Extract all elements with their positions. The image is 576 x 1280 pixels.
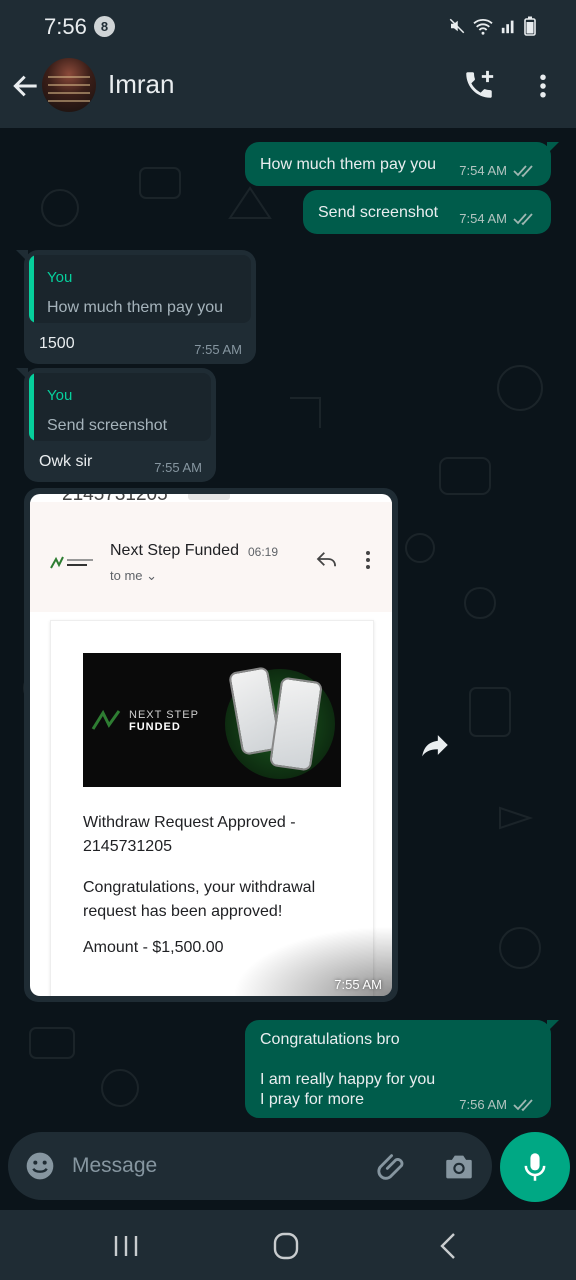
message-meta: 7:54 AM: [459, 211, 537, 226]
camera-icon[interactable]: [442, 1150, 476, 1184]
notification-count-badge: 8: [94, 16, 115, 37]
status-icons: [448, 16, 536, 36]
quoted-message[interactable]: You How much them pay you: [29, 255, 251, 323]
message-bubble-outgoing[interactable]: Send screenshot 7:54 AM: [303, 190, 551, 234]
status-bar: 7:56 8: [0, 0, 576, 52]
banner-brand-line1: NEXT STEP: [129, 709, 199, 721]
quoted-sender: You: [47, 387, 73, 404]
recents-icon[interactable]: [106, 1232, 146, 1260]
back-arrow-icon[interactable]: [10, 70, 42, 102]
email-time: 06:19: [248, 545, 279, 559]
message-bubble-incoming[interactable]: You How much them pay you 1500 7:55 AM: [16, 250, 256, 364]
message-text: Congratulations bro I am really happy fo…: [260, 1031, 436, 1108]
chat-header: Imran: [0, 52, 576, 128]
back-nav-icon[interactable]: [428, 1232, 468, 1260]
email-body-text: Congratulations, your withdrawal request…: [83, 879, 316, 920]
double-check-icon: [513, 1098, 533, 1111]
more-vert-icon[interactable]: [528, 70, 558, 102]
mute-icon: [449, 18, 465, 34]
battery-icon: [524, 16, 536, 36]
email-banner-image: NEXT STEP FUNDED: [83, 653, 341, 787]
contact-name[interactable]: Imran: [108, 69, 174, 100]
mic-button[interactable]: [500, 1132, 570, 1202]
message-time: 7:55 AM: [154, 460, 202, 475]
message-meta: 7:56 AM: [459, 1097, 537, 1112]
message-text: Owk sir: [39, 453, 93, 470]
message-time: 7:55 AM: [194, 342, 242, 357]
home-icon[interactable]: [266, 1232, 306, 1260]
next-step-funded-logo-icon: [50, 556, 93, 569]
message-bubble-incoming[interactable]: You Send screenshot Owk sir 7:55 AM: [16, 368, 216, 482]
email-amount: Amount - $1,500.00: [83, 939, 224, 956]
message-time: 7:56 AM: [459, 1097, 507, 1112]
email-header: Next Step Funded 06:19 to me ⌄: [30, 502, 392, 612]
image-message[interactable]: 2145731205 Next Step Funded 06:19 to me …: [24, 488, 398, 1002]
email-screenshot-image[interactable]: 2145731205 Next Step Funded 06:19 to me …: [30, 494, 392, 996]
status-time: 7:56: [44, 14, 87, 39]
message-text: 1500: [39, 335, 75, 352]
message-input[interactable]: [72, 1148, 352, 1184]
message-time: 7:54 AM: [459, 163, 507, 178]
quoted-text: Send screenshot: [47, 417, 168, 434]
email-subject: Withdraw Request Approved - 2145731205: [83, 814, 296, 855]
system-navigation-bar: [0, 1210, 576, 1280]
email-more-icon: [366, 551, 370, 569]
chat-area[interactable]: How much them pay you 7:54 AM Send scree…: [0, 128, 576, 1132]
message-time: 7:54 AM: [459, 211, 507, 226]
quoted-sender: You: [47, 269, 73, 286]
email-recipient: to me ⌄: [110, 568, 158, 583]
mic-icon: [524, 1153, 546, 1181]
signal-icon: [501, 20, 514, 34]
quoted-text: How much them pay you: [47, 299, 224, 316]
banner-brand-line2: FUNDED: [129, 721, 181, 733]
add-call-icon[interactable]: [462, 68, 496, 102]
paperclip-icon[interactable]: [376, 1150, 410, 1184]
message-bubble-outgoing[interactable]: How much them pay you 7:54 AM: [245, 142, 559, 186]
wifi-icon: [473, 19, 493, 35]
banner-logo-icon: [91, 709, 121, 730]
reply-icon: [316, 552, 336, 567]
message-meta: 7:55 AM: [194, 342, 242, 357]
message-meta: 7:54 AM: [459, 163, 537, 178]
email-sender: Next Step Funded: [110, 542, 239, 559]
message-text: How much them pay you: [260, 156, 437, 173]
double-check-icon: [513, 212, 533, 225]
forward-icon[interactable]: [418, 728, 452, 762]
message-text: Send screenshot: [318, 204, 439, 221]
message-meta: 7:55 AM: [154, 460, 202, 475]
quoted-message[interactable]: You Send screenshot: [29, 373, 211, 441]
emoji-icon[interactable]: [24, 1150, 56, 1182]
message-time: 7:55 AM: [334, 977, 382, 992]
avatar[interactable]: [42, 58, 96, 112]
double-check-icon: [513, 164, 533, 177]
message-composer: [8, 1132, 492, 1200]
message-bubble-outgoing[interactable]: Congratulations bro I am really happy fo…: [245, 1020, 559, 1118]
